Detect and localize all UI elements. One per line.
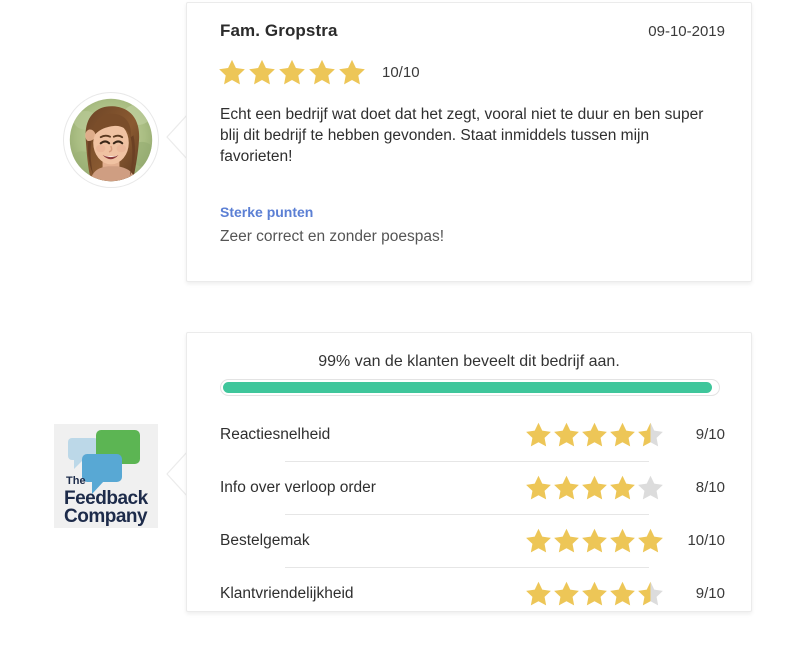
review-text: Echt een bedrijf wat doet dat het zegt, … [220,106,704,165]
star-full-icon [610,581,635,606]
rating-label: Reactiesnelheid [220,425,331,443]
review-card: Fam. Gropstra 09-10-2019 10/10 Echt een … [186,2,752,282]
review-rating: 10/10 [218,58,420,86]
avatar [64,93,158,187]
rating-row-inner: Reactiesnelheid 9/10 [220,408,725,461]
speech-bubble-pointer-summary [165,450,189,498]
recommend-progress-bar [220,379,720,396]
star-full-icon [526,528,551,553]
star-full-icon [610,528,635,553]
rating-score: 8/10 [695,479,725,496]
rating-list: Reactiesnelheid 9/10 Info over verloop ord… [187,408,751,620]
star-full-icon [309,59,335,85]
summary-card: 99% van de klanten beveelt dit bedrijf a… [186,332,752,612]
rating-row: Klantvriendelijkheid 9/10 [187,567,751,620]
rating-row-inner: Bestelgemak 10/10 [220,514,725,567]
star-full-icon [526,475,551,500]
star-full-icon [219,59,245,85]
review-date: 09-10-2019 [648,23,725,40]
rating-label: Info over verloop order [220,478,376,496]
rating-row-inner: Info over verloop order 8/10 [220,461,725,514]
star-full-icon [582,475,607,500]
rating-row: Bestelgemak 10/10 [187,514,751,567]
rating-stars [525,474,665,501]
feedback-company-logo: The Feedback Company [54,424,158,528]
rating-row-inner: Klantvriendelijkheid 9/10 [220,567,725,620]
star-full-icon [582,581,607,606]
star-full-icon [582,422,607,447]
star-empty-icon [638,475,663,500]
star-full-icon [582,528,607,553]
recommend-text: 99% van de klanten beveelt dit bedrijf a… [318,353,620,370]
rating-label: Klantvriendelijkheid [220,584,354,602]
star-full-icon [339,59,365,85]
review-header: Fam. Gropstra 09-10-2019 [220,21,725,41]
rating-score: 9/10 [695,426,725,443]
rating-score: 10/10 [687,532,725,549]
star-rating-stars [218,58,368,86]
rating-score: 9/10 [695,585,725,602]
rating-row: Reactiesnelheid 9/10 [187,408,751,461]
svg-text:Company: Company [64,506,148,527]
star-half-icon [638,581,663,606]
star-full-icon [526,422,551,447]
strong-points-label[interactable]: Sterke punten [220,204,313,220]
star-full-icon [610,422,635,447]
star-full-icon [610,475,635,500]
review-widget: Fam. Gropstra 09-10-2019 10/10 Echt een … [0,0,792,612]
star-full-icon [554,475,579,500]
reviewer-name: Fam. Gropstra [220,21,338,40]
star-full-icon [554,528,579,553]
star-full-icon [526,581,551,606]
avatar-image [64,93,158,187]
recommend-progress-fill [223,382,713,393]
rating-row: Info over verloop order 8/10 [187,461,751,514]
rating-stars [525,580,665,607]
rating-label: Bestelgemak [220,531,310,549]
star-full-icon [279,59,305,85]
star-half-icon [638,422,663,447]
star-full-icon [249,59,275,85]
svg-text:The: The [66,475,86,487]
logo-image: The Feedback Company [54,424,158,528]
strong-points-text: Zeer correct en zonder poespas! [220,228,445,245]
star-full-icon [638,528,663,553]
rating-stars [525,421,665,448]
speech-bubble-pointer [165,113,189,161]
star-full-icon [554,422,579,447]
review-score: 10/10 [382,63,420,81]
star-full-icon [554,581,579,606]
rating-stars [525,527,665,554]
